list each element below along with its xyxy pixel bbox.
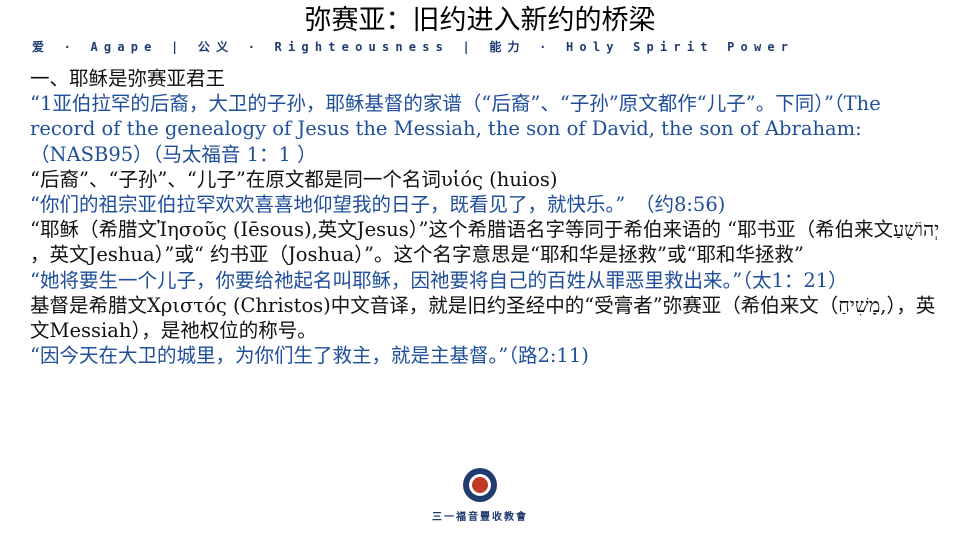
scripture-matthew-1-21: “她将要生一个儿子，你要给祂起名叫耶稣，因祂要将自己的百姓从罪恶里救出来。”（太…: [30, 268, 848, 292]
church-name: 三一福音豐收教會: [432, 512, 528, 523]
church-logo-icon: [463, 468, 497, 502]
note-christos: 基督是希腊文Χριστός (Christos)中文音译，就是旧约圣经中的“受膏…: [30, 293, 936, 343]
note-jesus-name: “耶稣（希腊文Ἰησοῦς (Iēsous),英文Jesus）”这个希腊语名字等…: [30, 218, 940, 267]
section-heading: 一、耶稣是弥赛亚君王: [30, 67, 226, 90]
content-body: 一、耶稣是弥赛亚君王 “1亚伯拉罕的后裔，大卫的子孙，耶稣基督的家谱（“后裔”、…: [30, 66, 942, 368]
page-title: 弥赛亚：旧约进入新约的桥梁: [304, 5, 656, 36]
motto-line: 爱 · Agape | 公义 · Righteousness | 能力 · Ho…: [32, 40, 795, 54]
scripture-luke: “因今天在大卫的城里，为你们生了救主，就是主基督。”（路2:11): [30, 344, 589, 368]
footer: 三一福音豐收教會: [0, 468, 960, 523]
scripture-john: “你们的祖宗亚伯拉罕欢欢喜喜地仰望我的日子，既看见了，就快乐。” （约8:56): [30, 193, 726, 217]
note-huios: “后裔”、“子孙”、“儿子”在原文都是同一个名词υἱός (huios): [30, 167, 558, 191]
scripture-matthew: “1亚伯拉罕的后裔，大卫的子孙，耶稣基督的家谱（“后裔”、“子孙”原文都作“儿子…: [30, 92, 881, 166]
